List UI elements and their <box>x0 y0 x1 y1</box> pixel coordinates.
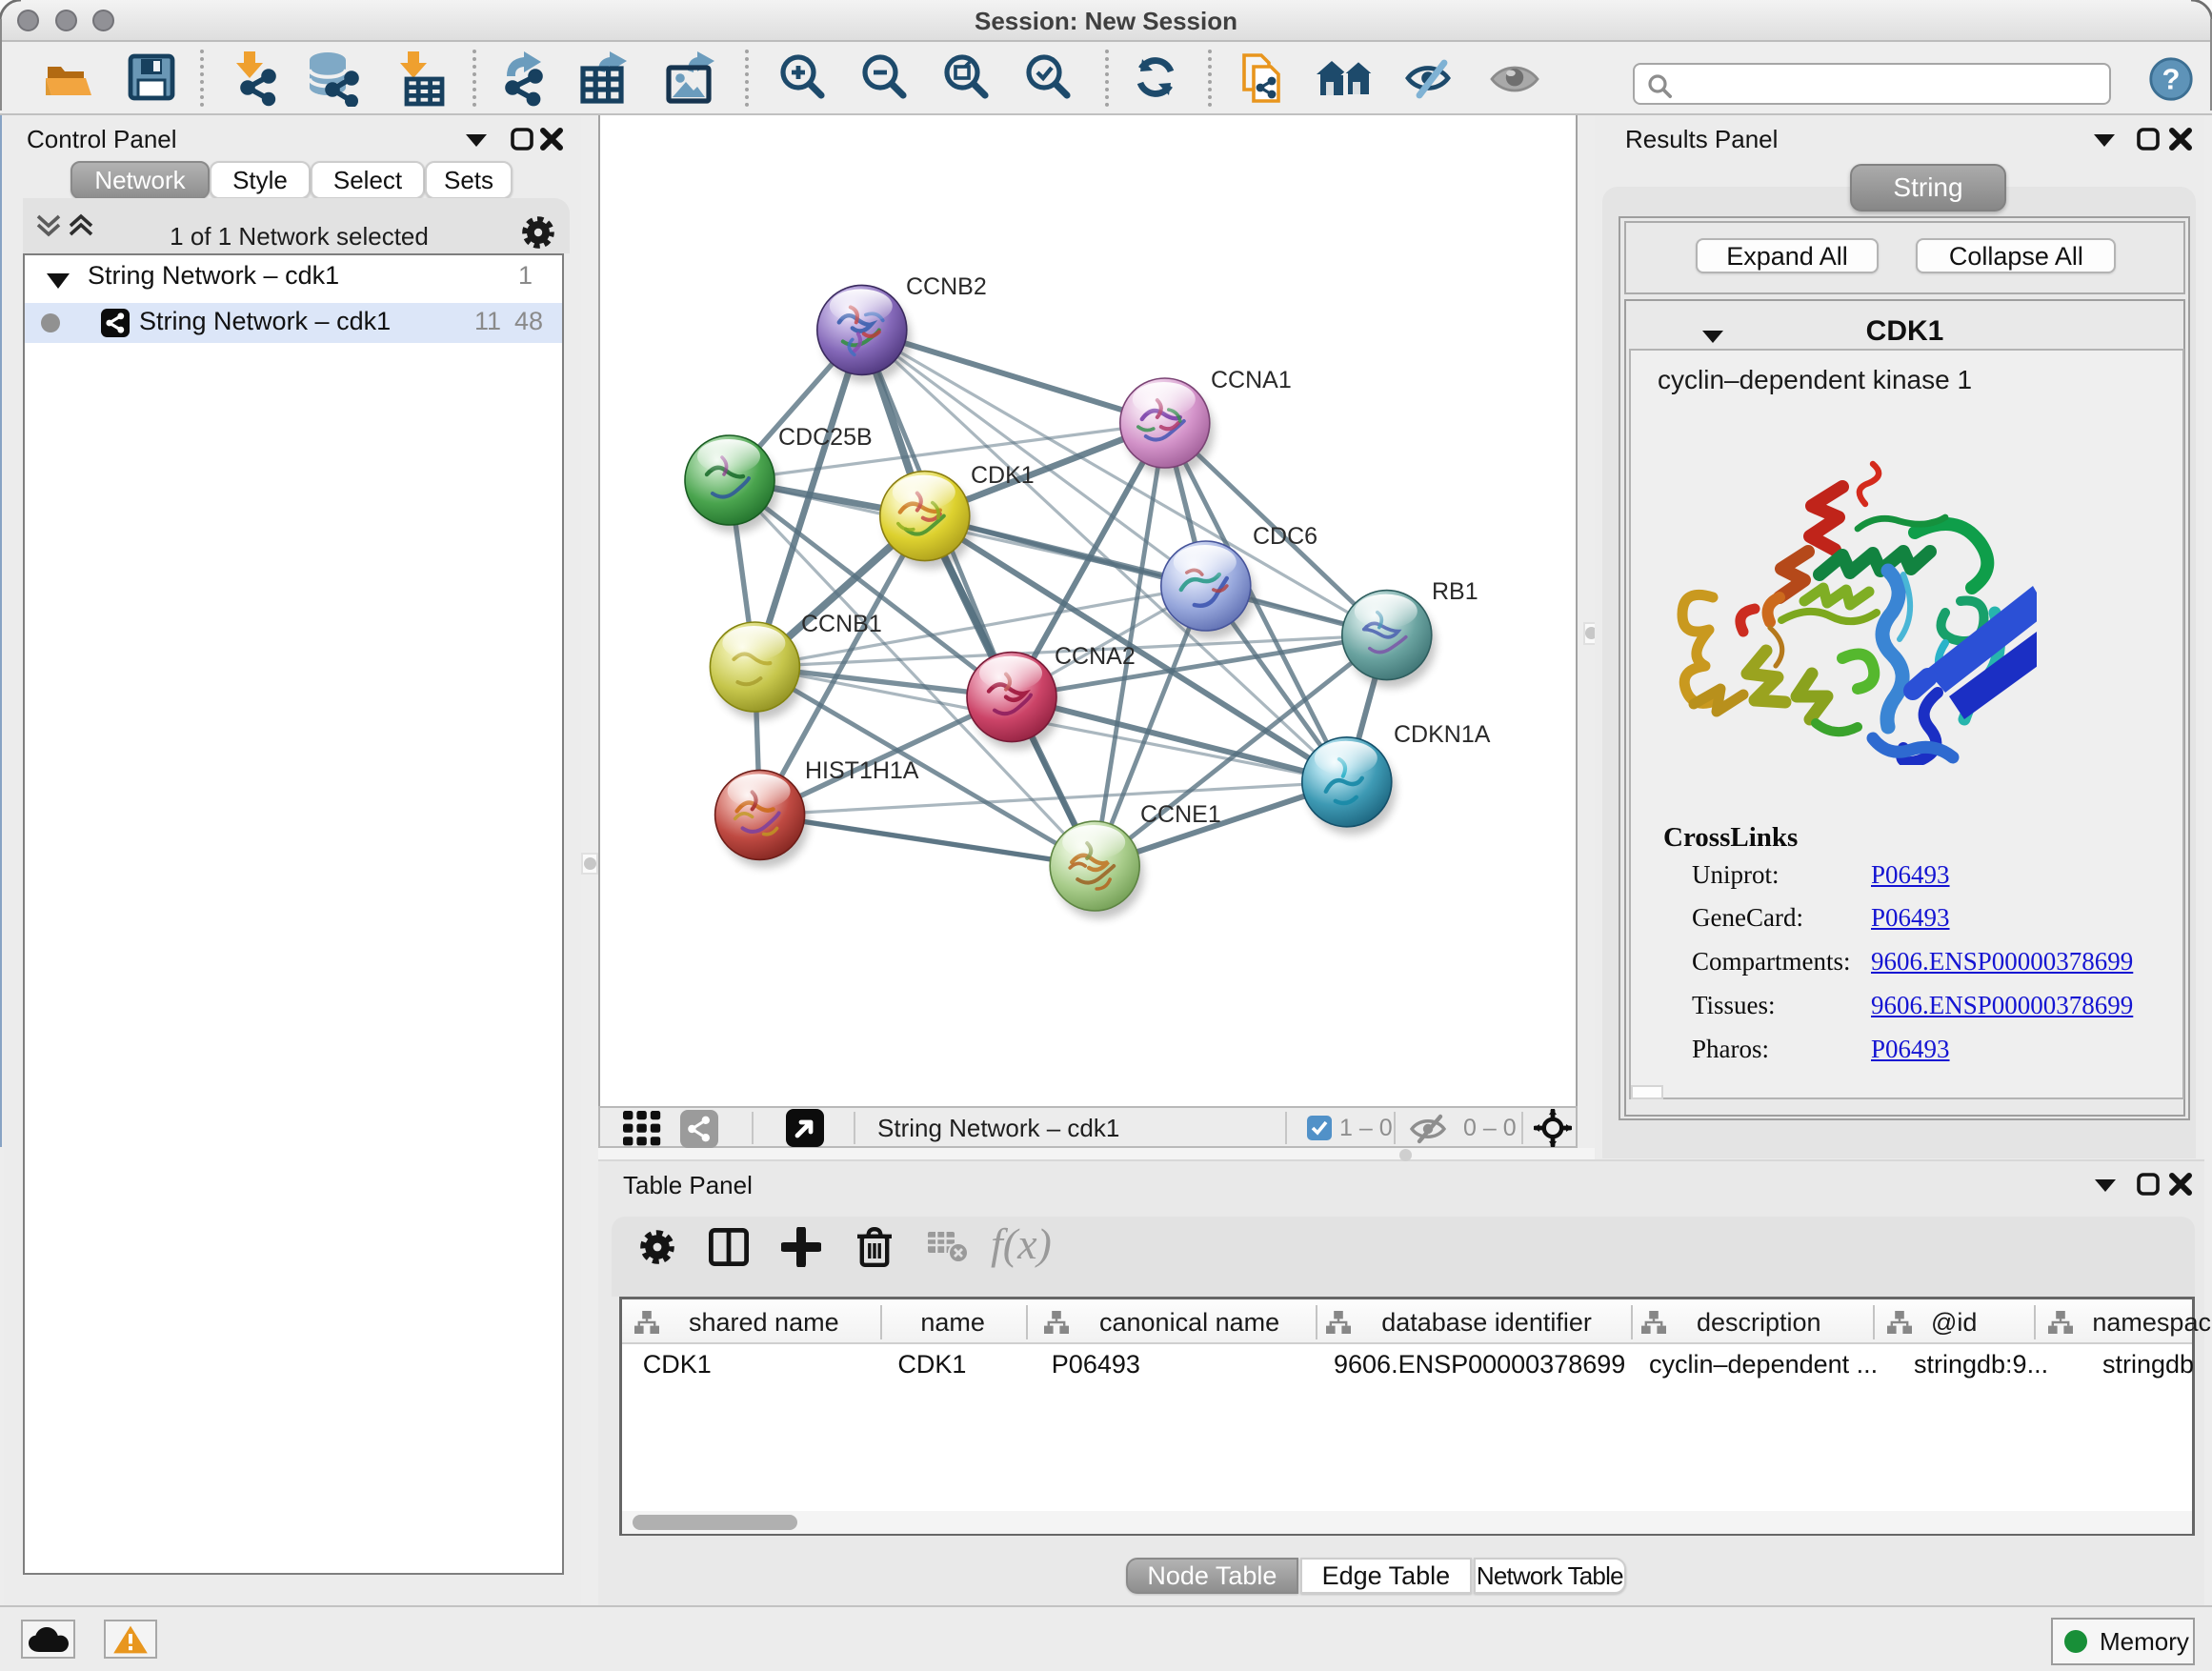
svg-text:CCNA1: CCNA1 <box>1211 367 1292 393</box>
svg-text:RB1: RB1 <box>1432 578 1478 605</box>
svg-text:CDK1: CDK1 <box>971 462 1035 489</box>
svg-text:CCNE1: CCNE1 <box>1140 801 1221 828</box>
svg-text:CCNB2: CCNB2 <box>906 273 987 300</box>
svg-text:CDC25B: CDC25B <box>778 424 873 451</box>
svg-text:CCNB1: CCNB1 <box>801 611 882 637</box>
svg-text:CDC6: CDC6 <box>1253 523 1317 550</box>
svg-text:CDKN1A: CDKN1A <box>1394 721 1491 748</box>
svg-text:HIST1H1A: HIST1H1A <box>805 757 919 784</box>
svg-text:CCNA2: CCNA2 <box>1055 643 1136 670</box>
svg-text:?: ? <box>2162 63 2181 96</box>
